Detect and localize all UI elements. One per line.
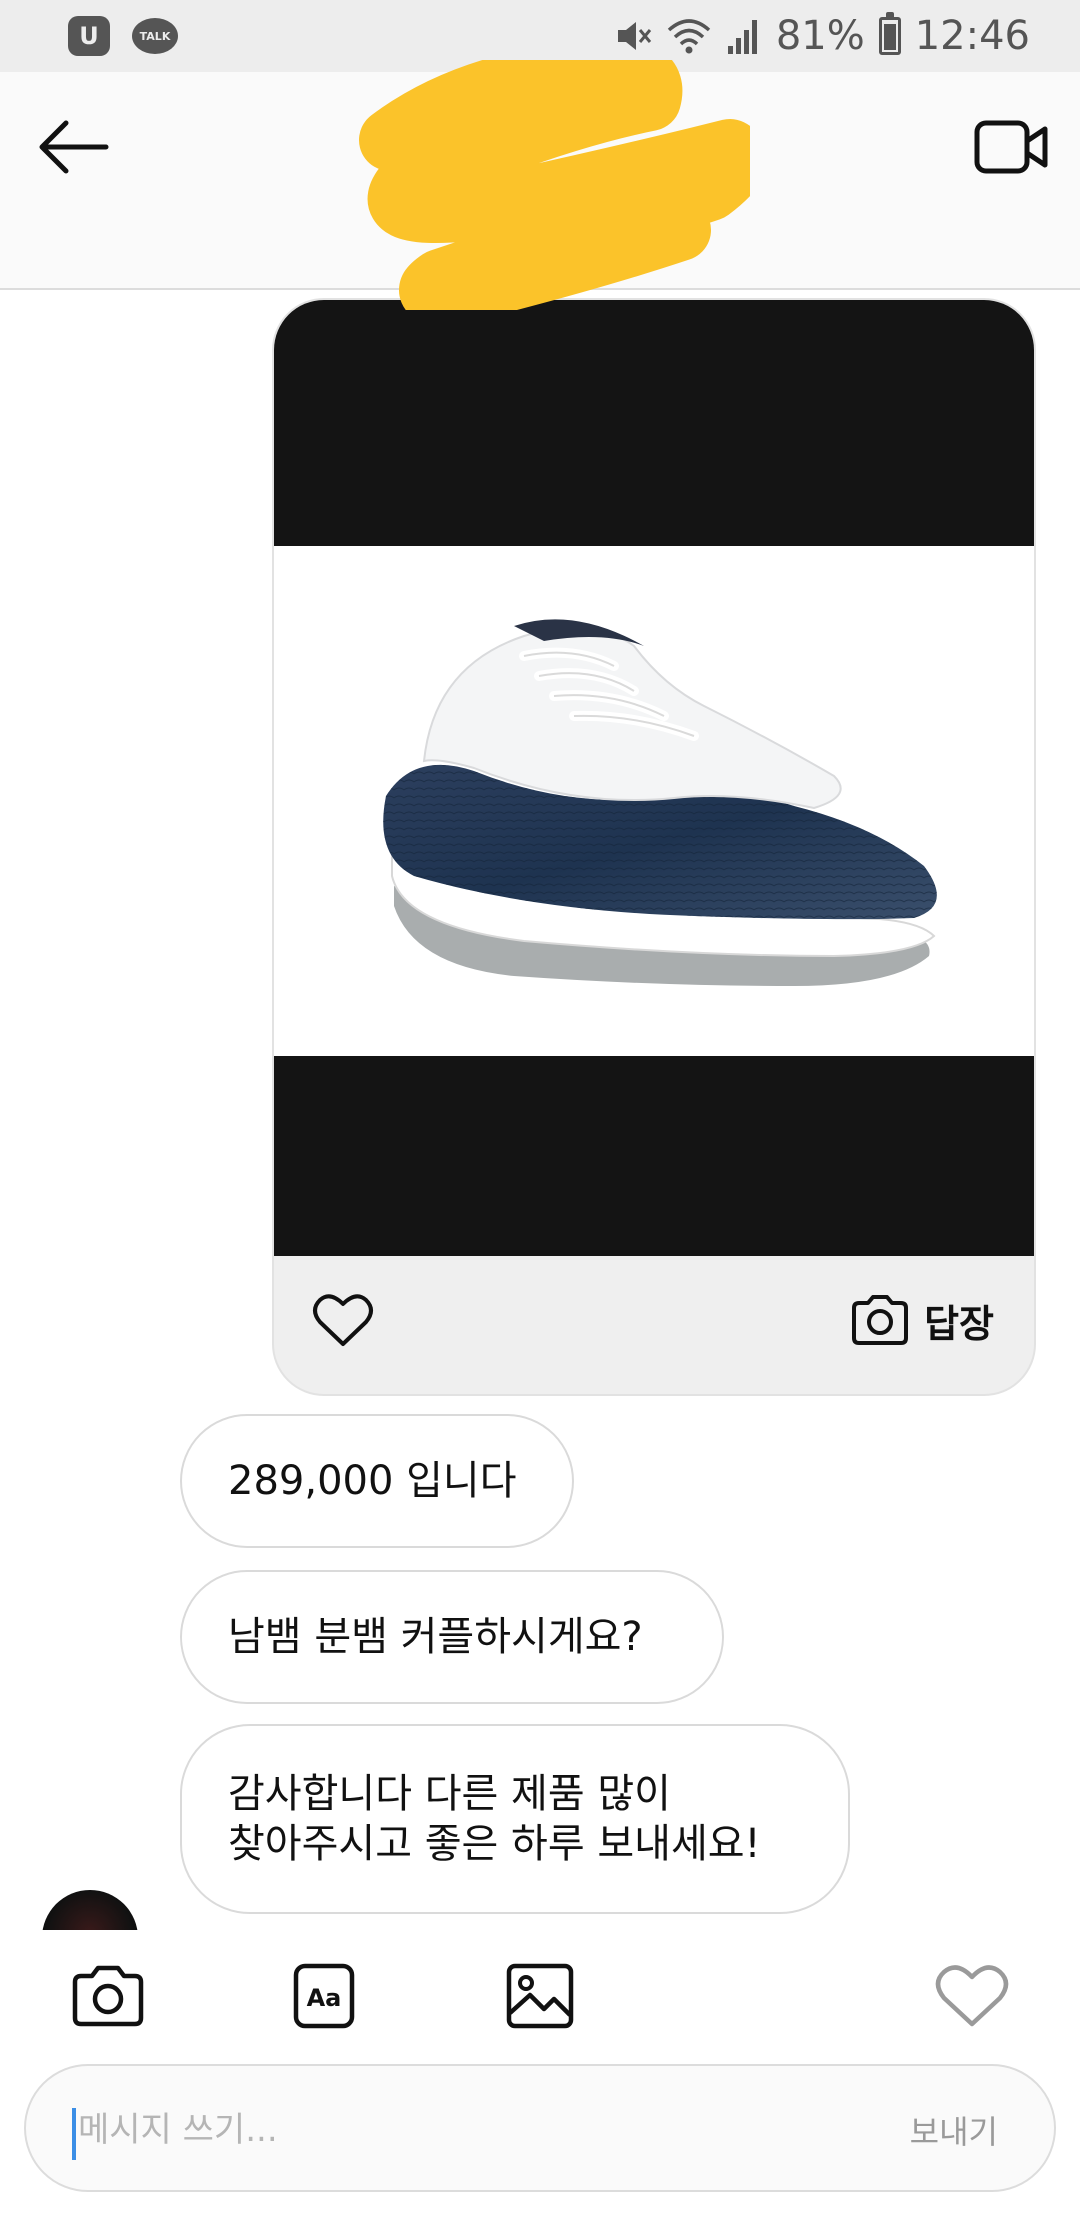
letterbox-top — [274, 300, 1034, 546]
shared-post-message[interactable]: 답장 — [272, 298, 1036, 1396]
message-input[interactable] — [78, 2090, 838, 2170]
media-actions: 답장 — [274, 1256, 1034, 1394]
arrow-left-icon — [39, 120, 109, 174]
video-call-button[interactable] — [968, 112, 1054, 182]
gallery-icon — [506, 1963, 574, 2029]
camera-icon — [852, 1295, 909, 1345]
message-bubble[interactable]: 289,000 입니다 — [180, 1414, 574, 1548]
reply-label: 답장 — [924, 1301, 994, 1346]
text-style-button[interactable]: Aa — [284, 1960, 364, 2032]
letterbox-bottom — [274, 1056, 1034, 1256]
send-button[interactable]: 보내기 — [910, 2098, 998, 2162]
app-notification-icon: U — [68, 16, 110, 56]
heart-icon — [935, 1965, 1009, 2027]
video-camera-icon — [974, 120, 1048, 174]
message-composer: 보내기 — [24, 2064, 1056, 2192]
status-right: 81% 12:46 — [612, 12, 1030, 59]
status-left: U TALK — [68, 16, 178, 56]
camera-reply-button[interactable]: 답장 — [850, 1290, 994, 1350]
sneaker-illustration — [383, 619, 937, 986]
message-bubble[interactable]: 남뱀 분뱀 커플하시게요? — [180, 1570, 724, 1704]
camera-icon — [72, 1965, 144, 2027]
like-button[interactable] — [312, 1292, 374, 1348]
sneaker-image[interactable] — [274, 546, 1034, 1056]
clock: 12:46 — [914, 13, 1030, 59]
text-caret — [72, 2108, 76, 2160]
gallery-button[interactable] — [500, 1960, 580, 2032]
redaction-scribble — [359, 60, 750, 310]
message-list[interactable]: 답장 289,000 입니다 남뱀 분뱀 커플하시게요? 감사합니다 다른 제품… — [0, 290, 1080, 1930]
heart-button[interactable] — [932, 1960, 1012, 2032]
kakaotalk-notification-icon: TALK — [132, 18, 178, 54]
battery-icon — [878, 12, 901, 55]
composer-toolbar: Aa — [0, 1930, 1080, 2060]
svg-text:Aa: Aa — [307, 1984, 342, 2012]
back-button[interactable] — [30, 112, 116, 182]
wifi-icon — [666, 16, 712, 56]
signal-icon — [726, 16, 762, 56]
message-bubble[interactable]: 감사합니다 다른 제품 많이 찾아주시고 좋은 하루 보내세요! — [180, 1724, 850, 1914]
text-style-icon: Aa — [293, 1963, 355, 2029]
heart-outline-icon — [313, 1294, 373, 1346]
camera-button[interactable] — [68, 1960, 148, 2032]
avatar[interactable] — [42, 1890, 138, 1930]
mute-icon — [612, 16, 652, 56]
battery-percent: 81% — [775, 13, 865, 59]
